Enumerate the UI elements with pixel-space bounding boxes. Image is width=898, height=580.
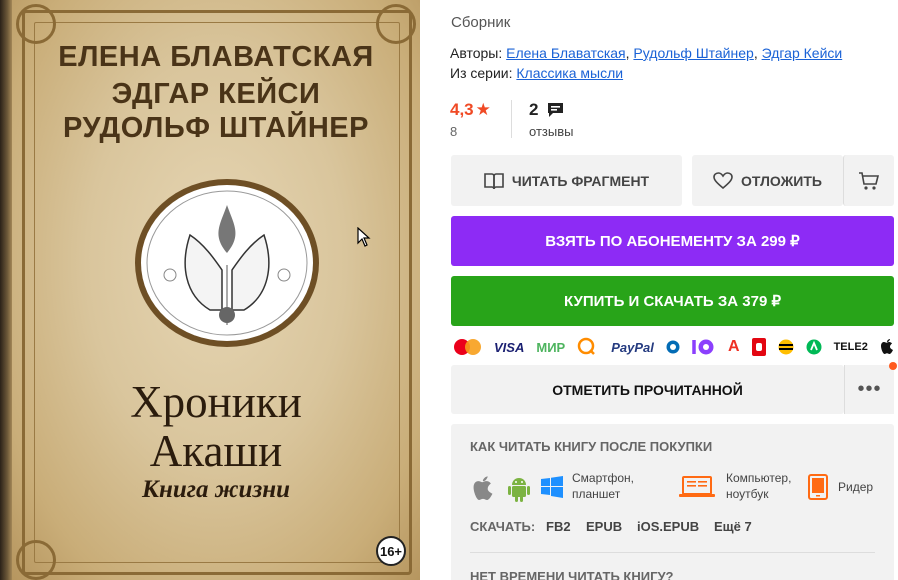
cover-spine [0,0,12,580]
author-link[interactable]: Елена Блаватская [506,45,626,61]
payment-methods: VISA МИР PayPal А TELE2 [454,336,894,358]
book-info-panel: Сборник Авторы: Елена Блаватская, Рудоль… [450,0,898,580]
chat-bubble-icon [547,103,563,117]
paypal-icon: PayPal [611,339,654,355]
author-link[interactable]: Рудольф Штайнер [633,45,753,61]
read-fragment-label: ЧИТАТЬ ФРАГМЕНТ [511,172,650,189]
cover-author: РУДОЛЬФ ШТАЙНЕР [63,112,369,144]
cover-subtitle: Книга жизни [142,476,290,503]
open-book-icon [484,172,504,189]
mastercard-icon [454,339,482,355]
mark-as-read-button[interactable]: ОТМЕТИТЬ ПРОЧИТАННОЙ [451,365,844,414]
rating-block[interactable]: 4,3 ★ 8 [450,100,491,139]
cover-title-line: Хроники [130,377,302,427]
no-time-to-read-title: НЕТ ВРЕМЕНИ ЧИТАТЬ КНИГУ? [470,569,674,580]
beeline-icon [778,339,794,355]
reader-label: Ридер [838,480,874,494]
read-fragment-button[interactable]: ЧИТАТЬ ФРАГМЕНТ [451,155,682,206]
yoomoney-icon [692,339,714,355]
ereader-icon[interactable] [808,474,828,500]
subscribe-button[interactable]: ВЗЯТЬ ПО АБОНЕМЕНТУ ЗА 299 ₽ [451,216,894,266]
mts-icon [751,338,766,356]
rating-value: 4,3 [450,100,474,119]
webmoney-icon [666,340,680,354]
age-rating-badge: 16+ [376,536,406,566]
cover-ornament [16,540,56,580]
postpone-button[interactable]: ОТЛОЖИТЬ [692,155,843,206]
cart-icon [859,171,880,190]
windows-icon[interactable] [541,476,563,498]
mir-icon: МИР [536,339,566,355]
qiwi-wallet-icon [577,337,596,355]
reviews-count: 2 [529,100,539,119]
reviews-label: отзывы [529,124,574,139]
rating-count: 8 [450,124,458,139]
book-type-label: Сборник [451,14,511,31]
apple-icon[interactable] [472,476,494,502]
format-fb2-link[interactable]: FB2 [546,519,571,534]
cover-author: ЭДГАР КЕЙСИ [111,78,321,110]
how-to-read-title: КАК ЧИТАТЬ КНИГУ ПОСЛЕ ПОКУПКИ [470,439,713,454]
megafon-icon [806,339,822,355]
alfa-bank-icon: А [727,338,740,355]
smartphone-label-line: Смартфон, [572,471,635,485]
computer-label-line: Компьютер, [726,471,792,485]
laptop-label-line: ноутбук [726,487,769,501]
download-label: СКАЧАТЬ: [470,519,536,534]
visa-icon: VISA [494,339,525,355]
postpone-label: ОТЛОЖИТЬ [741,172,822,189]
cover-author: ЕЛЕНА БЛАВАТСКАЯ [58,41,374,73]
format-ios-epub-link[interactable]: iOS.EPUB [637,519,699,534]
authors-row: Авторы: Елена Блаватская, Рудольф Штайне… [450,45,843,61]
cover-ornament [376,4,416,44]
tele2-icon: TELE2 [833,341,868,353]
cover-medallion-hands-illustration [135,179,319,347]
cover-title-line: Акаши [149,426,283,476]
buy-button[interactable]: КУПИТЬ И СКАЧАТЬ ЗА 379 ₽ [451,276,894,326]
how-to-read-panel: КАК ЧИТАТЬ КНИГУ ПОСЛЕ ПОКУПКИ Смартфон,… [451,424,894,580]
android-icon[interactable] [508,476,530,502]
series-link[interactable]: Классика мысли [516,65,623,81]
author-link[interactable]: Эдгар Кейси [762,45,843,61]
more-formats-link[interactable]: Ещё 7 [714,519,752,534]
cover-ornament [16,4,56,44]
rating-divider [511,100,512,138]
series-row: Из серии: Классика мысли [450,65,623,81]
computer-label: Компьютер, ноутбук [726,470,791,502]
panel-divider [470,552,875,553]
format-epub-link[interactable]: EPUB [586,519,622,534]
tablet-label-line: планшет [572,487,621,501]
smartphone-label: Смартфон, планшет [572,470,634,502]
authors-label: Авторы: [450,45,503,61]
book-cover[interactable]: ЕЛЕНА БЛАВАТСКАЯ ЭДГАР КЕЙСИ РУДОЛЬФ ШТА… [0,0,420,580]
mouse-cursor-icon [357,227,371,247]
reviews-block[interactable]: 2 отзывы [529,100,573,139]
add-to-cart-button[interactable] [843,155,894,206]
apple-pay-icon [880,339,893,354]
laptop-icon[interactable] [679,476,715,498]
notification-dot [889,362,897,370]
heart-icon [713,171,733,189]
more-options-button[interactable]: ••• [844,365,894,414]
series-label: Из серии: [450,65,513,81]
star-icon: ★ [475,100,491,119]
